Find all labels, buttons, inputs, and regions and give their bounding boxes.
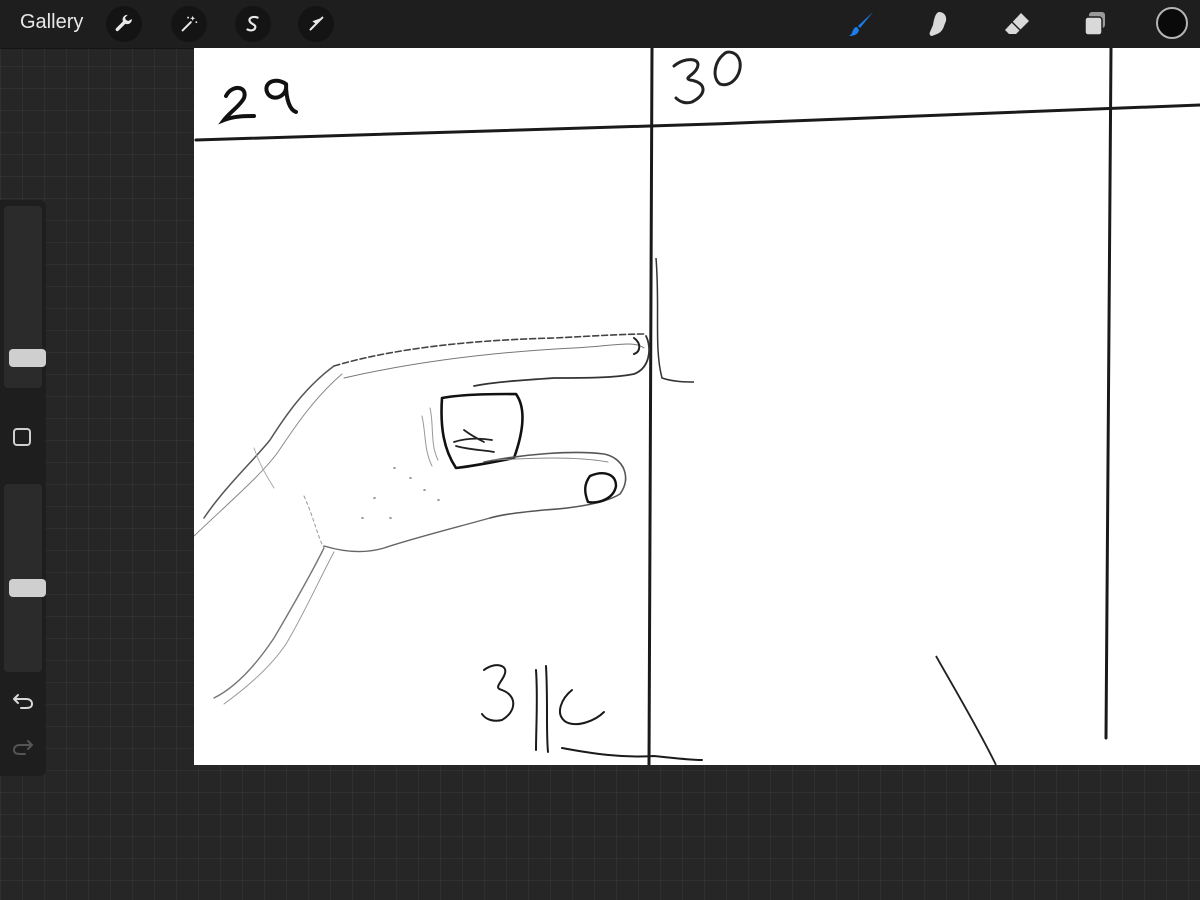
smudge-tool-button[interactable] (920, 5, 958, 43)
sketch-layer (194, 48, 1200, 765)
panel-divider-right (1104, 48, 1113, 740)
color-swatch[interactable] (1156, 7, 1188, 39)
arrow-cursor-icon (309, 16, 324, 31)
panel-label-31 (481, 664, 703, 761)
adjustments-button[interactable] (171, 6, 207, 42)
opacity-thumb[interactable] (9, 578, 46, 597)
wrench-icon (115, 14, 132, 32)
brush-tool-button[interactable] (843, 5, 881, 43)
actions-button[interactable] (106, 6, 142, 42)
selection-s-icon (246, 15, 259, 32)
layers-icon (1084, 12, 1105, 36)
layers-button[interactable] (1076, 5, 1114, 43)
selection-button[interactable] (235, 6, 271, 42)
procreate-app: Gallery (0, 0, 1200, 900)
panel-label-30 (672, 50, 742, 105)
panel-divider-horizontal (194, 103, 1200, 142)
hand-pointing-icon (194, 333, 650, 705)
magic-wand-icon (181, 15, 198, 32)
bracket-mark (655, 257, 695, 383)
left-sidebar (0, 200, 46, 776)
panel-grid-lines (194, 48, 1200, 765)
eraser-tool-button[interactable] (998, 5, 1036, 43)
top-toolbar: Gallery (0, 0, 1200, 49)
brush-size-thumb[interactable] (9, 348, 46, 367)
brush-icon (849, 12, 873, 36)
eraser-icon (1005, 13, 1029, 34)
transform-button[interactable] (298, 6, 334, 42)
stray-line (935, 655, 997, 765)
panel-label-29 (218, 78, 298, 125)
gallery-button[interactable]: Gallery (20, 11, 83, 34)
panel-divider-left (647, 48, 654, 765)
redo-icon[interactable] (11, 734, 35, 758)
smudge-icon (929, 12, 947, 36)
undo-icon[interactable] (11, 688, 35, 712)
drawing-canvas[interactable] (194, 48, 1200, 765)
opacity-slider[interactable] (4, 484, 46, 672)
brush-size-slider[interactable] (4, 206, 46, 388)
square-icon[interactable] (13, 428, 31, 446)
